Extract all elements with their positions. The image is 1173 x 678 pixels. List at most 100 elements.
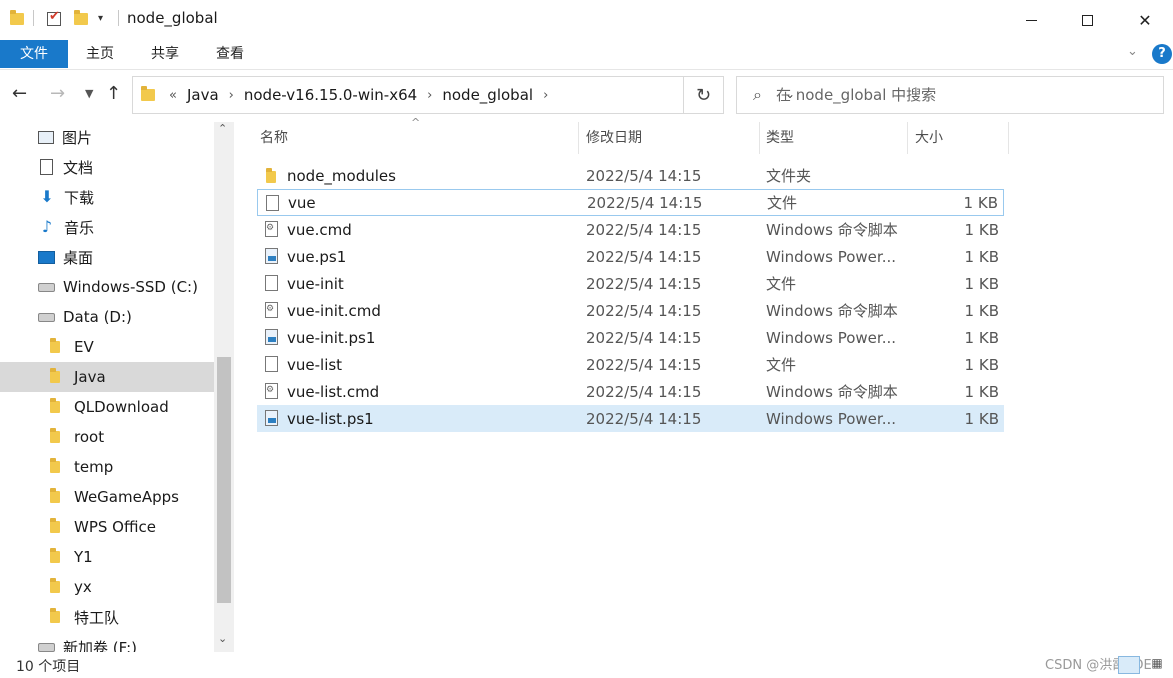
downloads-icon: ⬇ xyxy=(40,187,54,206)
file-row[interactable]: vue-init 2022/5/4 14:15 文件 1 KB xyxy=(257,270,1004,297)
close-button[interactable]: ✕ xyxy=(1116,0,1173,40)
column-header-date[interactable]: 修改日期 xyxy=(580,122,760,154)
sidebar-item-desktop[interactable]: 桌面 xyxy=(0,242,214,272)
address-bar[interactable]: « Java › node-v16.15.0-win-x64 › node_gl… xyxy=(132,76,795,114)
help-icon[interactable]: ? xyxy=(1152,44,1172,64)
sidebar-item-drive-f[interactable]: 新加卷 (F:) xyxy=(0,632,214,652)
folder-icon xyxy=(266,168,276,183)
details-view-icon[interactable] xyxy=(1118,656,1140,674)
file-name: vue-list.cmd xyxy=(287,382,380,401)
new-folder-icon[interactable] xyxy=(74,10,88,25)
forward-arrow-icon[interactable]: → xyxy=(50,83,65,104)
properties-icon[interactable] xyxy=(47,9,61,26)
sidebar-item-drive-d[interactable]: Data (D:) xyxy=(0,302,214,332)
column-headers: ^ 名称 修改日期 类型 大小 xyxy=(234,116,1014,154)
maximize-button[interactable] xyxy=(1058,0,1116,40)
file-row[interactable]: vue-list.ps1 2022/5/4 14:15 Windows Powe… xyxy=(257,405,1004,432)
sidebar-item-label: 文档 xyxy=(63,158,94,177)
file-name: vue-list.ps1 xyxy=(287,409,374,428)
column-header-name[interactable]: 名称 xyxy=(254,122,579,154)
scroll-down-chevron-icon[interactable]: ⌄ xyxy=(218,632,227,645)
file-name: node_modules xyxy=(287,166,396,185)
navigation-pane: 图片 文档 ⬇ 下载 ♪ 音乐 桌面 Windows-SSD (C:) Data… xyxy=(0,122,234,652)
file-type: Windows Power... xyxy=(766,328,897,347)
breadcrumb-overflow[interactable]: « xyxy=(169,88,177,103)
file-list: ^ 名称 修改日期 类型 大小 node_modules 2022/5/4 14… xyxy=(234,116,1173,652)
file-icon xyxy=(266,195,279,211)
back-arrow-icon[interactable]: ← xyxy=(12,83,27,104)
sidebar-item-label: 特工队 xyxy=(74,608,120,627)
minimize-button[interactable] xyxy=(1002,0,1060,40)
sidebar-item-pictures[interactable]: 图片 xyxy=(0,122,214,152)
sidebar-item-label: Data (D:) xyxy=(63,308,132,326)
sidebar-item-label: 图片 xyxy=(62,128,93,147)
breadcrumb-item[interactable]: node_global xyxy=(442,86,533,104)
sidebar-item-wps-office[interactable]: WPS Office xyxy=(0,512,214,542)
search-input[interactable] xyxy=(775,86,1136,104)
file-size: 1 KB xyxy=(964,355,999,374)
customize-toolbar-chevron-icon[interactable]: ▾ xyxy=(98,13,103,24)
sidebar-item-label: Y1 xyxy=(74,548,93,566)
folder-icon xyxy=(50,548,60,563)
folder-icon xyxy=(50,488,60,503)
refresh-button[interactable]: ↻ xyxy=(684,76,724,114)
folder-icon xyxy=(141,86,155,101)
file-row[interactable]: vue-init.ps1 2022/5/4 14:15 Windows Powe… xyxy=(257,324,1004,351)
sidebar-item-temp[interactable]: temp xyxy=(0,452,214,482)
separator xyxy=(118,10,119,26)
tab-home[interactable]: 主页 xyxy=(70,40,130,68)
sidebar-item-tegongdui[interactable]: 特工队 xyxy=(0,602,214,632)
file-row[interactable]: node_modules 2022/5/4 14:15 文件夹 xyxy=(257,162,1004,189)
file-type: Windows 命令脚本 xyxy=(766,383,898,401)
search-box[interactable]: ⌕ xyxy=(736,76,1164,114)
desktop-icon xyxy=(38,250,55,264)
up-arrow-icon[interactable]: ↑ xyxy=(106,83,121,104)
breadcrumb-item[interactable]: Java xyxy=(187,86,219,104)
tab-share[interactable]: 共享 xyxy=(135,40,195,68)
folder-icon xyxy=(50,428,60,443)
sidebar-scrollbar[interactable]: ⌃ ⌄ xyxy=(214,122,234,652)
chevron-right-icon[interactable]: › xyxy=(229,88,234,103)
file-row[interactable]: vue 2022/5/4 14:15 文件 1 KB xyxy=(257,189,1004,216)
file-row[interactable]: vue.cmd 2022/5/4 14:15 Windows 命令脚本 1 KB xyxy=(257,216,1004,243)
sidebar-item-java[interactable]: Java xyxy=(0,362,214,392)
sidebar-item-label: 下载 xyxy=(64,188,95,207)
scrollbar-thumb[interactable] xyxy=(217,357,231,603)
sidebar-item-label: 桌面 xyxy=(63,248,94,267)
sidebar-item-music[interactable]: ♪ 音乐 xyxy=(0,212,214,242)
sidebar-item-wegameapps[interactable]: WeGameApps xyxy=(0,482,214,512)
sidebar-item-downloads[interactable]: ⬇ 下载 xyxy=(0,182,214,212)
large-icons-view-icon[interactable]: ▦ xyxy=(1146,656,1168,674)
column-header-type[interactable]: 类型 xyxy=(760,122,908,154)
sidebar-item-drive-c[interactable]: Windows-SSD (C:) xyxy=(0,272,214,302)
tab-file[interactable]: 文件 xyxy=(0,40,68,68)
sidebar-item-root[interactable]: root xyxy=(0,422,214,452)
chevron-right-icon[interactable]: › xyxy=(543,88,548,103)
sidebar-item-yx[interactable]: yx xyxy=(0,572,214,602)
file-date: 2022/5/4 14:15 xyxy=(586,274,702,293)
item-count: 10 个项目 xyxy=(16,659,81,675)
sidebar-item-documents[interactable]: 文档 xyxy=(0,152,214,182)
recent-locations-chevron-icon[interactable]: ▼ xyxy=(85,87,93,100)
cmd-file-icon xyxy=(265,383,278,399)
file-size: 1 KB xyxy=(964,382,999,401)
sidebar-item-label: yx xyxy=(74,578,92,596)
sidebar-item-qldownload[interactable]: QLDownload xyxy=(0,392,214,422)
file-name: vue.cmd xyxy=(287,220,352,239)
expand-ribbon-chevron-icon[interactable]: ⌄ xyxy=(1127,44,1138,59)
file-date: 2022/5/4 14:15 xyxy=(586,355,702,374)
tab-view[interactable]: 查看 xyxy=(200,40,260,68)
file-date: 2022/5/4 14:15 xyxy=(587,193,703,212)
sidebar-item-ev[interactable]: EV xyxy=(0,332,214,362)
breadcrumb-item[interactable]: node-v16.15.0-win-x64 xyxy=(244,86,417,104)
sidebar-item-y1[interactable]: Y1 xyxy=(0,542,214,572)
folder-icon xyxy=(50,398,60,413)
cmd-file-icon xyxy=(265,302,278,318)
scroll-up-chevron-icon[interactable]: ⌃ xyxy=(218,122,227,135)
file-row[interactable]: vue-init.cmd 2022/5/4 14:15 Windows 命令脚本… xyxy=(257,297,1004,324)
file-row[interactable]: vue-list 2022/5/4 14:15 文件 1 KB xyxy=(257,351,1004,378)
file-row[interactable]: vue-list.cmd 2022/5/4 14:15 Windows 命令脚本… xyxy=(257,378,1004,405)
column-header-size[interactable]: 大小 xyxy=(909,122,1009,154)
file-row[interactable]: vue.ps1 2022/5/4 14:15 Windows Power... … xyxy=(257,243,1004,270)
chevron-right-icon[interactable]: › xyxy=(427,88,432,103)
